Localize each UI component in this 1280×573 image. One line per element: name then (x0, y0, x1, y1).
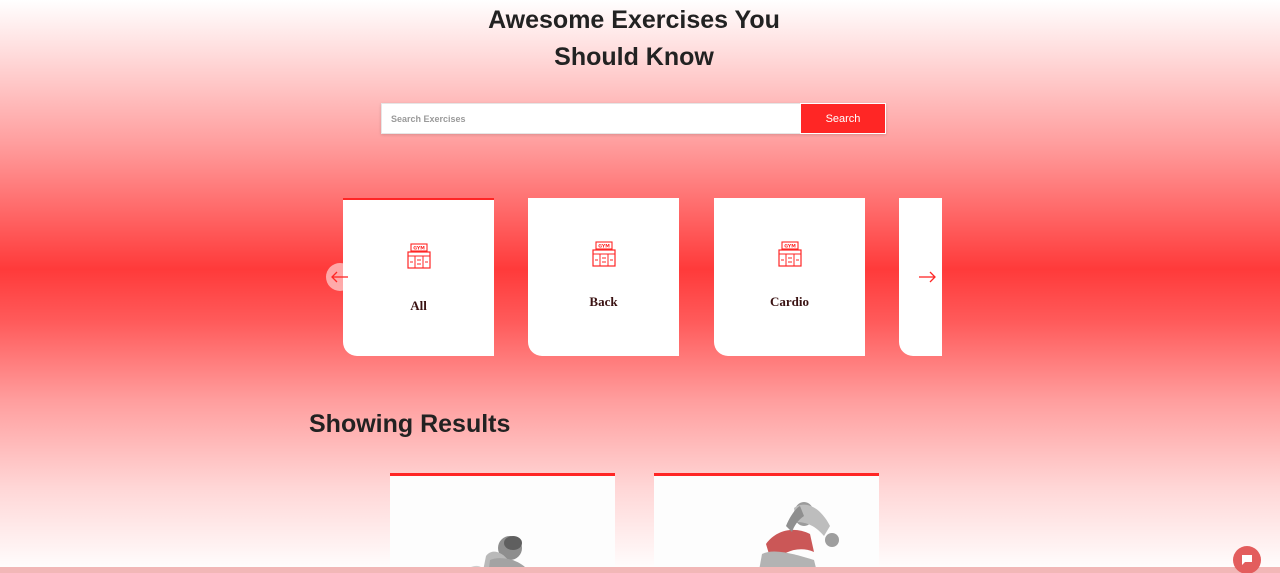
results-heading: Showing Results (309, 410, 511, 438)
search-input[interactable] (381, 103, 800, 134)
svg-text:GYM: GYM (784, 244, 796, 250)
hero-title-line1: Awesome Exercises You (488, 6, 780, 34)
hero-title-line2: Should Know (554, 43, 714, 71)
body-part-label: Cardio (770, 294, 809, 309)
body-part-card-cardio[interactable]: GYM Cardio (714, 198, 865, 356)
body-part-carousel[interactable]: GYM All GYM Back GYM Cardio (326, 196, 942, 358)
body-part-label: Back (589, 294, 618, 309)
exercise-card[interactable] (654, 473, 879, 573)
arrow-right-icon (919, 271, 936, 283)
gym-icon: GYM (592, 241, 616, 267)
carousel-next-button[interactable] (913, 263, 941, 291)
chat-button[interactable] (1233, 546, 1261, 573)
gym-icon: GYM (407, 243, 431, 269)
exercise-image (654, 476, 879, 573)
gym-icon: GYM (778, 241, 802, 267)
body-part-card-all[interactable]: GYM All (343, 198, 494, 356)
arrow-left-icon (331, 271, 348, 283)
svg-text:GYM: GYM (598, 244, 610, 250)
exercise-card[interactable] (390, 473, 615, 573)
search-bar: Search (381, 103, 886, 134)
body-part-card-back[interactable]: GYM Back (528, 198, 679, 356)
exercise-image (390, 476, 615, 573)
body-part-label: All (410, 298, 427, 313)
carousel-prev-button[interactable] (326, 263, 354, 291)
bottom-scroll-strip (0, 567, 1280, 573)
chat-icon (1242, 555, 1252, 565)
svg-text:GYM: GYM (413, 246, 425, 252)
search-button[interactable]: Search (800, 103, 886, 134)
hero-title: Awesome Exercises You Should Know (0, 2, 1268, 76)
